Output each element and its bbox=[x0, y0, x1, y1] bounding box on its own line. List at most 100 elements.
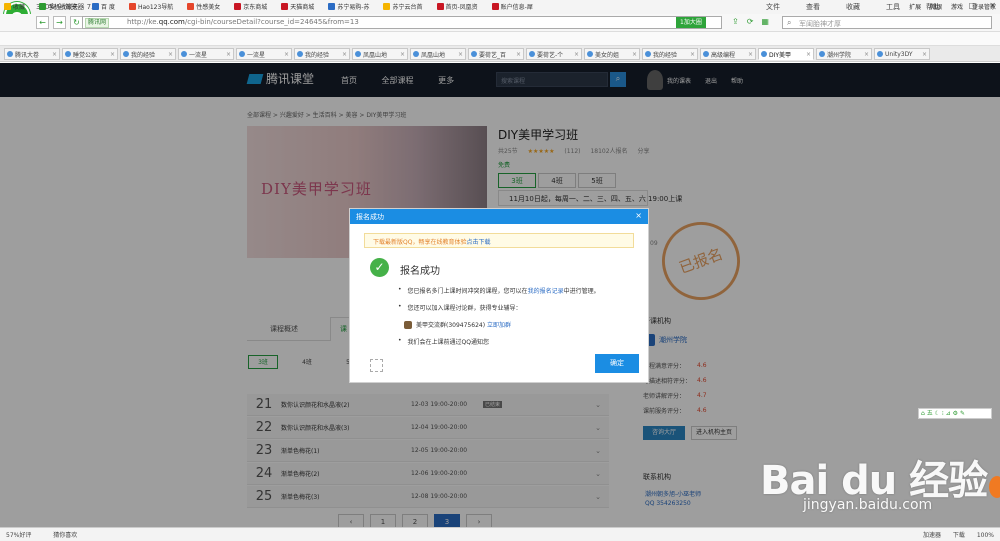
join-group-link[interactable]: 立即加群 bbox=[487, 320, 511, 329]
browser-tab[interactable]: 我的经验 × bbox=[120, 48, 176, 60]
extensions-link[interactable]: 扩展 bbox=[909, 4, 921, 11]
browser-tab[interactable]: 要荷艺-个 × bbox=[526, 48, 582, 60]
browser-tab[interactable]: 一流星 × bbox=[236, 48, 292, 60]
download-link[interactable]: 点击下载 bbox=[466, 239, 490, 246]
browser-search-input[interactable]: ⌕ 军闺胎神才厚 bbox=[782, 16, 992, 29]
favorite-item[interactable]: 账户信息-犀 bbox=[491, 2, 533, 11]
browser-tab[interactable]: 要荷艺_百 × bbox=[468, 48, 524, 60]
tab-label: 我的经验 bbox=[131, 51, 156, 59]
qq-download-notice: 下载最新版QQ，畅享在线教育体验点击下载 bbox=[364, 233, 634, 248]
menu-file[interactable]: 文件 bbox=[766, 2, 780, 12]
back-arrow-icon[interactable]: ← bbox=[36, 16, 49, 29]
success-heading: 报名成功 bbox=[400, 266, 440, 277]
favorite-item[interactable]: 京东商城 bbox=[234, 2, 267, 11]
tab-close-icon[interactable]: × bbox=[922, 51, 927, 58]
bank-link[interactable]: 网银 bbox=[930, 4, 942, 11]
favorite-item[interactable]: 天猫商城 bbox=[281, 2, 314, 11]
tab-label: 潮州学院 bbox=[827, 51, 852, 59]
browser-tab[interactable]: 睡觉公家 × bbox=[62, 48, 118, 60]
tab-favicon bbox=[239, 51, 245, 57]
favorite-label: 账户信息-犀 bbox=[500, 4, 533, 11]
tab-favicon bbox=[645, 51, 651, 57]
tab-label: 要荷艺_百 bbox=[479, 51, 507, 59]
tab-favicon bbox=[123, 51, 129, 57]
tab-close-icon[interactable]: × bbox=[284, 51, 289, 58]
url-input[interactable]: 腾讯网 http://ke.qq.com/cgi-bin/courseDetai… bbox=[82, 16, 722, 29]
favorite-item[interactable]: 手机收藏夹 bbox=[39, 2, 78, 11]
download-button[interactable]: 下载 bbox=[953, 532, 965, 539]
menu-tools[interactable]: 工具 bbox=[886, 2, 900, 12]
browser-tab[interactable]: 凤凰山地 × bbox=[352, 48, 408, 60]
browser-tab[interactable]: 美女的姐 × bbox=[584, 48, 640, 60]
tab-close-icon[interactable]: × bbox=[52, 51, 57, 58]
status-rating[interactable]: 57%好评 bbox=[6, 532, 31, 539]
floating-toolbar[interactable]: ⌂ 五 ☾ ⁝ ⊿ ⚙ ✎ bbox=[918, 408, 992, 419]
browser-tab[interactable]: 腾讯大卷 × bbox=[4, 48, 60, 60]
favorite-item[interactable]: 苏宁易购-苏 bbox=[328, 2, 369, 11]
favorite-item[interactable]: Hao123导航 bbox=[128, 2, 173, 11]
tab-close-icon[interactable]: × bbox=[690, 51, 695, 58]
tab-close-icon[interactable]: × bbox=[400, 51, 405, 58]
zoom-level[interactable]: 100% bbox=[977, 532, 994, 539]
tab-close-icon[interactable]: × bbox=[748, 51, 753, 58]
tab-close-icon[interactable]: × bbox=[342, 51, 347, 58]
status-right: 加速器 下载 100% bbox=[913, 530, 994, 539]
games-link[interactable]: 游戏 bbox=[951, 4, 963, 11]
status-bar bbox=[0, 527, 1000, 541]
tab-close-icon[interactable]: × bbox=[458, 51, 463, 58]
browser-tab[interactable]: 高级编程 × bbox=[700, 48, 756, 60]
favorite-label: 性感美女 bbox=[196, 4, 221, 11]
share-icon[interactable]: ⇪ bbox=[732, 17, 739, 26]
tab-close-icon[interactable]: × bbox=[806, 51, 811, 58]
browser-tab[interactable]: 凤凰山地 × bbox=[410, 48, 466, 60]
confirm-button[interactable]: 确定 bbox=[595, 354, 639, 373]
favorite-icon bbox=[491, 3, 499, 10]
menu-favorites[interactable]: 收藏 bbox=[846, 2, 860, 12]
accelerator-button[interactable]: 加速器 bbox=[923, 532, 941, 539]
favorite-label: 收藏 bbox=[13, 4, 26, 11]
tab-close-icon[interactable]: × bbox=[864, 51, 869, 58]
tab-close-icon[interactable]: × bbox=[574, 51, 579, 58]
tab-close-icon[interactable]: × bbox=[632, 51, 637, 58]
close-icon[interactable]: × bbox=[635, 211, 642, 220]
watermark-url: jingyan.baidu.com bbox=[803, 497, 933, 513]
tab-label: 我的经验 bbox=[653, 51, 678, 59]
grid-icon[interactable]: ▦ bbox=[761, 17, 769, 26]
tab-label: Unity3DY bbox=[885, 50, 913, 58]
favorite-label: 首页-凤凰资 bbox=[445, 4, 478, 11]
qr-code-icon[interactable] bbox=[370, 359, 383, 372]
tab-favicon bbox=[65, 51, 71, 57]
menu-view[interactable]: 查看 bbox=[806, 2, 820, 12]
favorite-item[interactable]: 苏宁云台首 bbox=[383, 2, 423, 11]
favorite-icon bbox=[4, 3, 11, 10]
tab-label: 美女的姐 bbox=[595, 51, 620, 59]
favorite-item[interactable]: 收藏 bbox=[4, 2, 25, 11]
favorite-item[interactable]: 百 度 bbox=[92, 2, 115, 11]
browser-tab[interactable]: Unity3DY × bbox=[874, 48, 930, 60]
floating-ball-icon[interactable] bbox=[989, 476, 1000, 498]
status-left: 57%好评 猜你喜欢 bbox=[6, 530, 97, 539]
favorite-item[interactable]: 性感美女 bbox=[187, 2, 220, 11]
refresh-icon[interactable]: ⟳ bbox=[747, 17, 754, 26]
tab-label: 高级编程 bbox=[711, 51, 736, 59]
qq-group-icon bbox=[404, 320, 412, 329]
browser-tab[interactable]: DIY美甲 × bbox=[758, 48, 814, 60]
status-recommend[interactable]: 猜你喜欢 bbox=[53, 532, 77, 539]
browser-tab[interactable]: 一流星 × bbox=[178, 48, 234, 60]
favorites-bar bbox=[0, 32, 1000, 46]
browser-tab[interactable]: 我的经验 × bbox=[642, 48, 698, 60]
forward-arrow-icon[interactable]: → bbox=[53, 16, 66, 29]
tab-favicon bbox=[819, 51, 825, 57]
tab-close-icon[interactable]: × bbox=[110, 51, 115, 58]
login-manager-link[interactable]: 登录管家 bbox=[972, 4, 996, 11]
signup-records-link[interactable]: 我的报名记录 bbox=[528, 288, 564, 295]
address-icons: ⇪ ⟳ ▦ bbox=[732, 17, 773, 26]
browser-tab[interactable]: 我的经验 × bbox=[294, 48, 350, 60]
favorite-item[interactable]: 首页-凤凰资 bbox=[436, 2, 478, 11]
tab-close-icon[interactable]: × bbox=[168, 51, 173, 58]
tab-close-icon[interactable]: × bbox=[226, 51, 231, 58]
zoom-button[interactable]: 1加大圈 bbox=[676, 17, 706, 28]
tab-close-icon[interactable]: × bbox=[516, 51, 521, 58]
browser-tab[interactable]: 潮州学院 × bbox=[816, 48, 872, 60]
tab-label: 腾讯大卷 bbox=[15, 51, 40, 59]
